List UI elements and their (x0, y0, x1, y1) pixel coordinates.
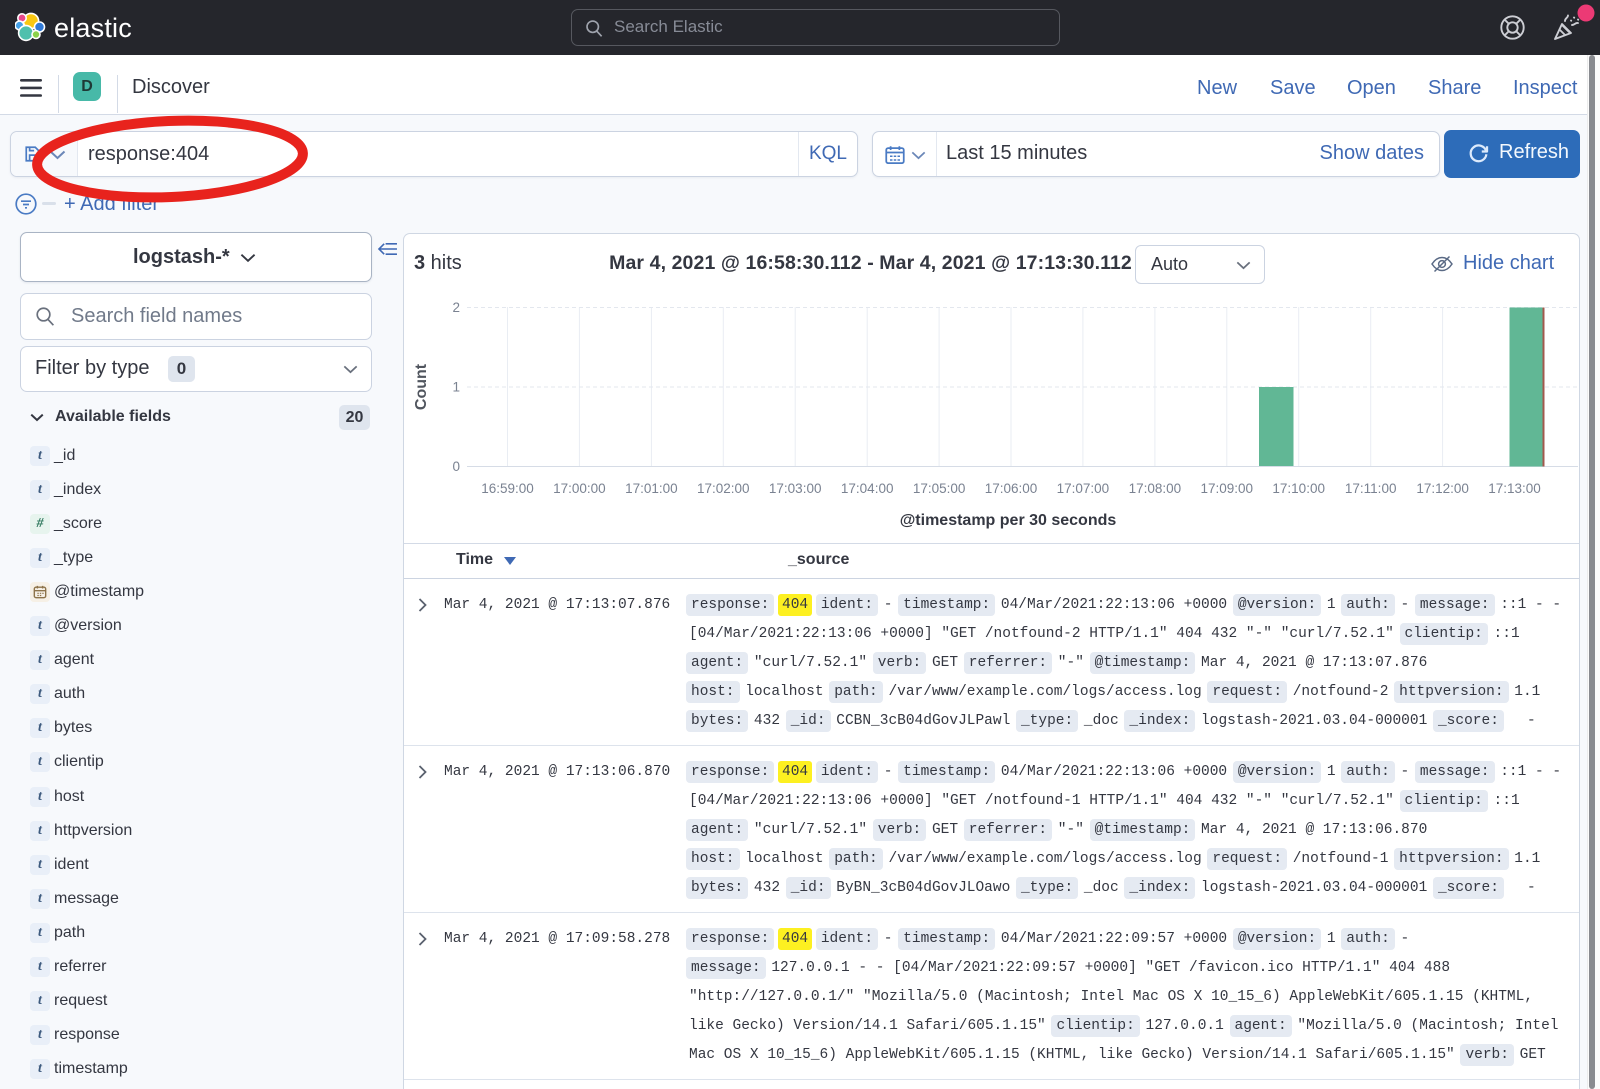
svg-text:17:12:00: 17:12:00 (1416, 481, 1469, 496)
svg-text:0: 0 (452, 459, 460, 474)
svg-text:Count: Count (413, 363, 430, 410)
svg-text:17:13:00: 17:13:00 (1488, 481, 1541, 496)
svg-text:17:07:00: 17:07:00 (1057, 481, 1110, 496)
svg-text:17:02:00: 17:02:00 (697, 481, 750, 496)
svg-text:17:01:00: 17:01:00 (625, 481, 678, 496)
svg-text:16:59:00: 16:59:00 (481, 481, 534, 496)
svg-text:17:00:00: 17:00:00 (553, 481, 606, 496)
svg-text:17:11:00: 17:11:00 (1345, 481, 1397, 496)
svg-text:2: 2 (452, 300, 460, 315)
svg-text:17:09:00: 17:09:00 (1201, 481, 1254, 496)
svg-text:17:08:00: 17:08:00 (1129, 481, 1182, 496)
svg-text:1: 1 (452, 380, 460, 395)
svg-text:17:05:00: 17:05:00 (913, 481, 966, 496)
svg-text:@timestamp per 30 seconds: @timestamp per 30 seconds (900, 512, 1117, 529)
svg-text:17:04:00: 17:04:00 (841, 481, 894, 496)
svg-text:17:03:00: 17:03:00 (769, 481, 822, 496)
svg-text:17:10:00: 17:10:00 (1272, 481, 1325, 496)
svg-text:17:06:00: 17:06:00 (985, 481, 1038, 496)
